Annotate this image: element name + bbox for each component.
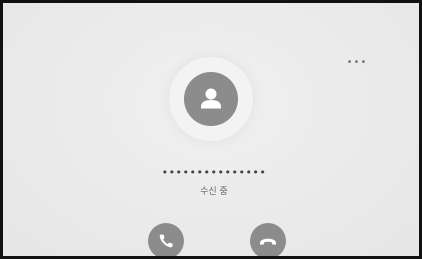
person-icon — [201, 88, 221, 109]
call-status: 수신 중 — [200, 187, 228, 197]
caller-number: ••••••••••••••• — [161, 166, 267, 179]
answer-call-button[interactable] — [148, 223, 184, 256]
more-horizontal-icon: ••• — [346, 57, 368, 68]
call-screen-frame: ••• ••••••••••••••• 수신 중 — [0, 0, 422, 259]
incoming-call-screen: ••• ••••••••••••••• 수신 중 — [3, 3, 419, 256]
phone-hangup-icon — [260, 238, 276, 245]
decline-call-button[interactable] — [250, 223, 286, 256]
phone-answer-icon — [159, 234, 173, 248]
more-options-button[interactable]: ••• — [343, 53, 371, 73]
caller-avatar — [184, 72, 238, 126]
